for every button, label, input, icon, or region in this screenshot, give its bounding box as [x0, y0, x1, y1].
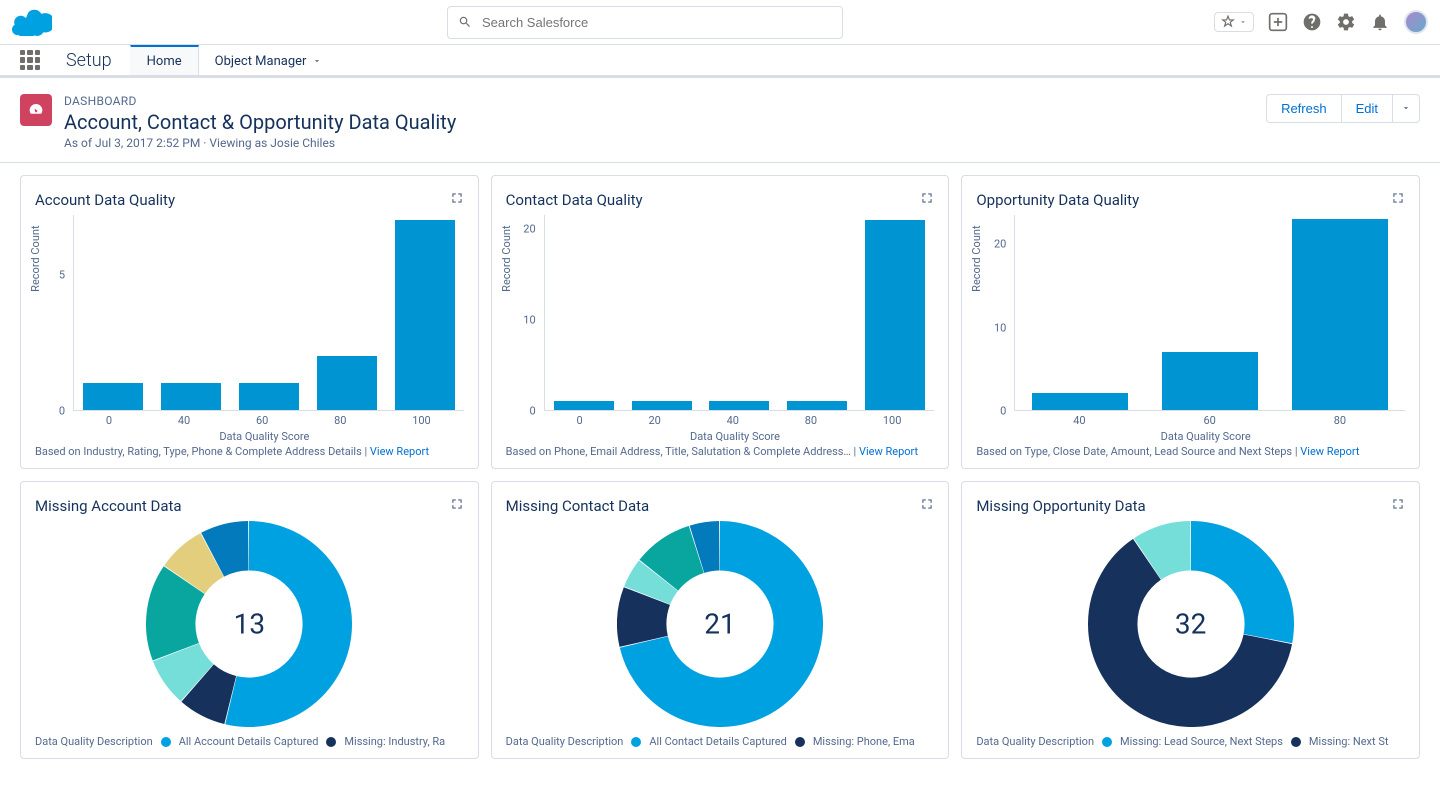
- user-avatar[interactable]: [1404, 10, 1428, 34]
- bar-chart: Record Count050406080100Data Quality Sco…: [35, 215, 464, 435]
- component-title: Missing Opportunity Data: [976, 497, 1145, 515]
- global-header: [0, 0, 1440, 45]
- legend-swatch: [795, 737, 805, 747]
- donut-center-value: 32: [1175, 608, 1206, 641]
- legend-label: Data Quality Description: [976, 735, 1094, 748]
- global-search[interactable]: [447, 6, 843, 39]
- legend-swatch: [1102, 737, 1112, 747]
- legend-swatch: [1291, 737, 1301, 747]
- legend: Data Quality Description All Contact Det…: [506, 735, 935, 748]
- dashboard-icon: [20, 94, 52, 126]
- legend-item: All Contact Details Captured: [649, 735, 786, 748]
- component-account-data-quality: Account Data Quality Record Count0504060…: [20, 175, 479, 469]
- expand-icon[interactable]: [450, 190, 464, 209]
- setup-gear-icon[interactable]: [1336, 12, 1356, 32]
- legend-item: Missing: Phone, Ema: [813, 735, 915, 748]
- help-icon[interactable]: [1302, 12, 1322, 32]
- dashboard-grid: Account Data Quality Record Count0504060…: [0, 163, 1440, 771]
- tab-home[interactable]: Home: [130, 45, 199, 75]
- legend-swatch: [326, 737, 336, 747]
- bar-chart: Record Count010200204080100Data Quality …: [506, 215, 935, 435]
- page-actions: Refresh Edit: [1266, 94, 1420, 123]
- legend-label: Data Quality Description: [35, 735, 153, 748]
- donut-chart: 13: [35, 521, 464, 727]
- app-launcher-icon[interactable]: [12, 45, 48, 75]
- more-actions-button[interactable]: [1393, 94, 1420, 123]
- page-meta: As of Jul 3, 2017 2:52 PM · Viewing as J…: [64, 136, 456, 150]
- legend: Data Quality Description All Account Det…: [35, 735, 464, 748]
- donut-center-value: 21: [704, 608, 735, 641]
- page-header: DASHBOARD Account, Contact & Opportunity…: [0, 78, 1440, 163]
- view-report-link[interactable]: View Report: [859, 445, 918, 458]
- expand-icon[interactable]: [450, 496, 464, 515]
- component-footer-text: Based on Phone, Email Address, Title, Sa…: [506, 445, 851, 458]
- component-title: Contact Data Quality: [506, 191, 643, 209]
- favorites-button[interactable]: [1214, 12, 1254, 32]
- view-report-link[interactable]: View Report: [1300, 445, 1359, 458]
- bar-chart: Record Count01020406080Data Quality Scor…: [976, 215, 1405, 435]
- expand-icon[interactable]: [1391, 496, 1405, 515]
- app-name: Setup: [48, 45, 130, 75]
- page-eyebrow: DASHBOARD: [64, 94, 456, 108]
- donut-center-value: 13: [234, 608, 265, 641]
- component-missing-account-data: Missing Account Data 13 Data Quality Des…: [20, 481, 479, 759]
- salesforce-logo-icon[interactable]: [12, 8, 52, 36]
- header-actions: [1214, 10, 1428, 34]
- page-title: Account, Contact & Opportunity Data Qual…: [64, 110, 456, 134]
- donut-chart: 21: [506, 521, 935, 727]
- expand-icon[interactable]: [920, 190, 934, 209]
- component-title: Opportunity Data Quality: [976, 191, 1139, 209]
- refresh-button[interactable]: Refresh: [1266, 94, 1342, 123]
- legend-item: Missing: Next St: [1309, 735, 1389, 748]
- donut-chart: 32: [976, 521, 1405, 727]
- component-contact-data-quality: Contact Data Quality Record Count0102002…: [491, 175, 950, 469]
- context-bar: Setup Home Object Manager: [0, 45, 1440, 78]
- caret-down-icon: [1401, 103, 1411, 113]
- component-title: Account Data Quality: [35, 191, 175, 209]
- legend-label: Data Quality Description: [506, 735, 624, 748]
- notifications-bell-icon[interactable]: [1370, 12, 1390, 32]
- component-opportunity-data-quality: Opportunity Data Quality Record Count010…: [961, 175, 1420, 469]
- expand-icon[interactable]: [920, 496, 934, 515]
- component-title: Missing Account Data: [35, 497, 182, 515]
- tab-object-manager[interactable]: Object Manager: [199, 45, 339, 75]
- component-missing-contact-data: Missing Contact Data 21 Data Quality Des…: [491, 481, 950, 759]
- component-title: Missing Contact Data: [506, 497, 650, 515]
- view-report-link[interactable]: View Report: [370, 445, 429, 458]
- legend: Data Quality Description Missing: Lead S…: [976, 735, 1405, 748]
- legend-item: All Account Details Captured: [179, 735, 319, 748]
- global-add-button[interactable]: [1268, 12, 1288, 32]
- component-missing-opportunity-data: Missing Opportunity Data 32 Data Quality…: [961, 481, 1420, 759]
- legend-swatch: [631, 737, 641, 747]
- search-icon: [458, 15, 472, 29]
- search-input[interactable]: [482, 15, 832, 30]
- expand-icon[interactable]: [1391, 190, 1405, 209]
- edit-button[interactable]: Edit: [1342, 94, 1393, 123]
- legend-item: Missing: Lead Source, Next Steps: [1120, 735, 1283, 748]
- component-footer-text: Based on Type, Close Date, Amount, Lead …: [976, 445, 1292, 458]
- legend-item: Missing: Industry, Ra: [344, 735, 445, 748]
- chevron-down-icon: [312, 56, 322, 66]
- component-footer-text: Based on Industry, Rating, Type, Phone &…: [35, 445, 362, 458]
- legend-swatch: [161, 737, 171, 747]
